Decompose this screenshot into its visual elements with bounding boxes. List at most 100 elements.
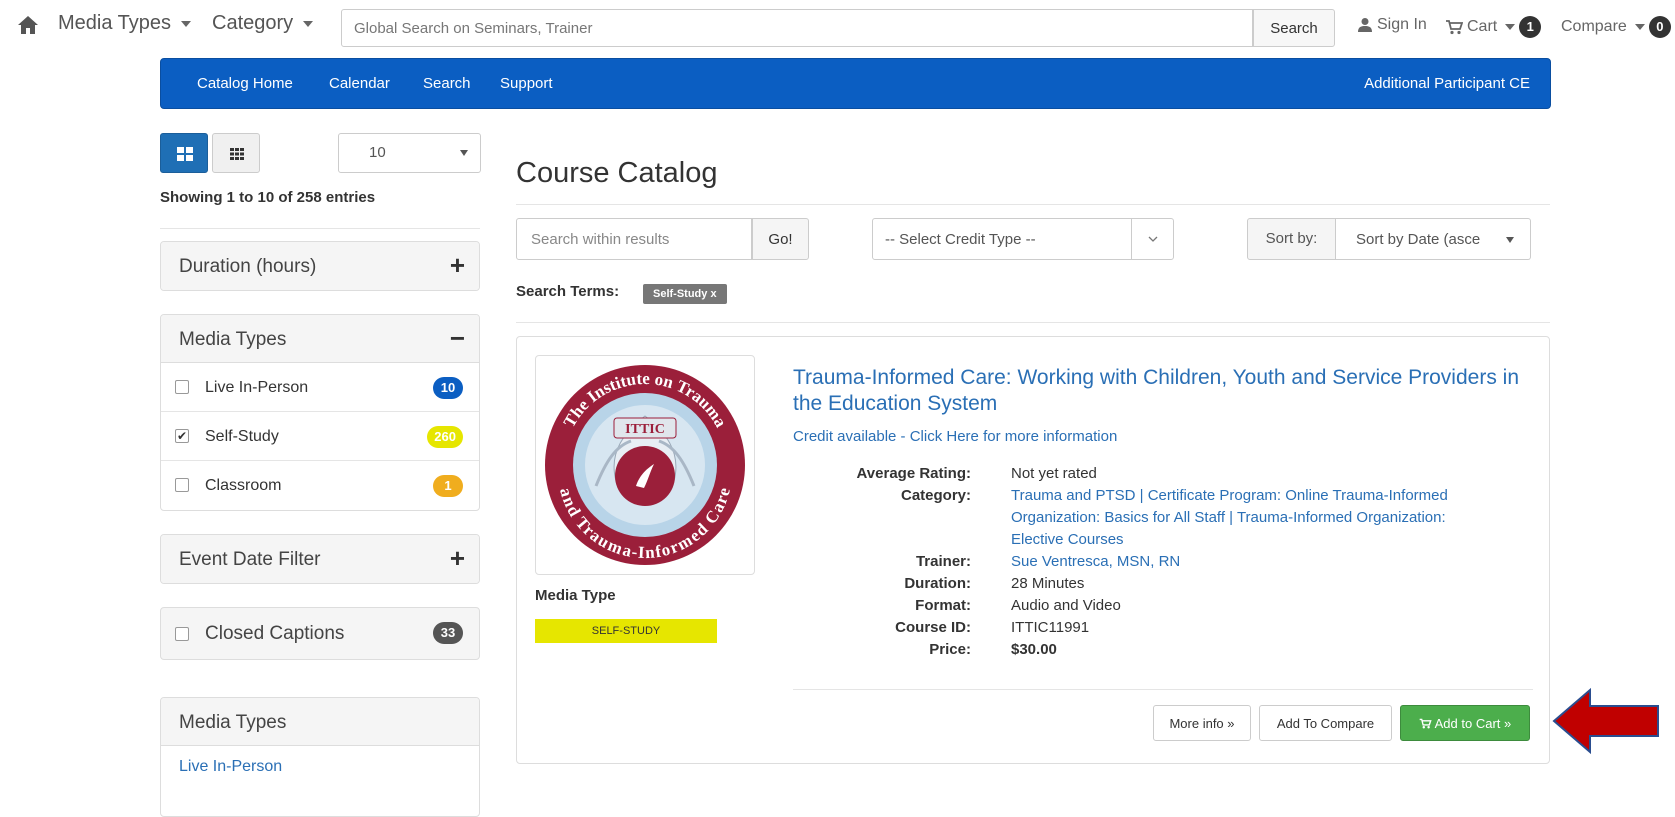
course-id-value: ITTIC11991 — [1011, 619, 1090, 636]
top-navbar: Media Types Category Search Sign In Cart… — [0, 0, 1675, 55]
detail-price: Price: $30.00 — [793, 639, 1533, 661]
self-study-checkbox[interactable]: ✔ — [175, 429, 189, 443]
expand-plus-icon[interactable]: + — [450, 252, 465, 278]
classroom-checkbox[interactable] — [175, 478, 189, 492]
event-date-filter-title: Event Date Filter — [179, 549, 321, 570]
detail-format: Format: Audio and Video — [793, 595, 1533, 617]
media-types-filter-title: Media Types — [179, 329, 287, 350]
filter-label: Classroom — [205, 477, 282, 494]
compare-dropdown[interactable]: Compare 0 — [1561, 16, 1671, 38]
detail-label: Average Rating: — [856, 465, 971, 482]
media-types-links-title: Media Types — [179, 712, 287, 733]
category-dropdown[interactable]: Category — [212, 12, 314, 35]
category-link[interactable]: Trauma and PTSD | Certificate Program: O… — [1011, 485, 1533, 507]
caret-down-icon — [460, 150, 468, 156]
go-button[interactable]: Go! — [752, 218, 809, 260]
sort-by-label: Sort by: — [1247, 218, 1336, 260]
cart-label: Cart — [1467, 18, 1498, 35]
nav-support[interactable]: Support — [500, 75, 553, 92]
divider — [160, 228, 480, 229]
duration-filter-header[interactable]: Duration (hours) + — [161, 242, 479, 290]
sort-value: Sort by Date (asce — [1356, 231, 1481, 248]
duration-value: 28 Minutes — [1011, 575, 1085, 592]
detail-duration: Duration: 28 Minutes — [793, 573, 1533, 595]
list-view-icon — [177, 147, 193, 161]
filter-classroom[interactable]: Classroom 1 — [161, 461, 479, 510]
expand-plus-icon[interactable]: + — [450, 545, 465, 571]
per-page-select[interactable]: 10 — [338, 133, 481, 173]
category-link[interactable]: Elective Courses — [1011, 529, 1533, 551]
media-type-label: Media Type — [535, 587, 616, 604]
page-title: Course Catalog — [516, 157, 718, 189]
nav-catalog-home[interactable]: Catalog Home — [197, 75, 293, 92]
credit-type-value: -- Select Credit Type -- — [885, 231, 1036, 248]
search-terms-label: Search Terms: — [516, 283, 620, 300]
filter-label: Self-Study — [205, 428, 279, 445]
svg-text:ITTIC: ITTIC — [625, 422, 665, 437]
red-arrow-annotation-icon — [1552, 687, 1659, 755]
divider — [793, 689, 1533, 690]
detail-label: Category: — [900, 487, 971, 504]
add-to-compare-button[interactable]: Add To Compare — [1259, 705, 1392, 741]
chevron-down-icon — [1131, 219, 1173, 259]
detail-rating: Average Rating: Not yet rated — [793, 463, 1533, 485]
rating-value: Not yet rated — [1011, 465, 1097, 482]
home-icon[interactable] — [16, 13, 40, 37]
credit-type-select[interactable]: -- Select Credit Type -- — [872, 218, 1174, 260]
more-info-button[interactable]: More info » — [1153, 705, 1251, 741]
media-types-filter-header[interactable]: Media Types − — [161, 315, 479, 363]
count-badge: 1 — [433, 475, 463, 497]
filter-self-study[interactable]: ✔ Self-Study 260 — [161, 412, 479, 461]
closed-captions-filter[interactable]: Closed Captions 33 — [160, 607, 480, 660]
live-in-person-link[interactable]: Live In-Person — [179, 758, 282, 776]
chevron-down-icon — [1634, 24, 1645, 30]
closed-captions-label: Closed Captions — [205, 623, 345, 644]
user-icon — [1358, 18, 1372, 32]
sign-in-label: Sign In — [1377, 16, 1427, 33]
cart-icon — [1446, 20, 1463, 35]
sort-select[interactable]: Sort by Date (asce — [1336, 218, 1531, 260]
nav-calendar[interactable]: Calendar — [329, 75, 390, 92]
search-term-tag[interactable]: Self-Study x — [643, 284, 727, 304]
per-page-value: 10 — [369, 144, 386, 161]
cart-dropdown[interactable]: Cart 1 — [1446, 16, 1542, 38]
compare-count-badge: 0 — [1648, 16, 1671, 38]
grid-view-icon — [230, 148, 244, 160]
nav-search[interactable]: Search — [423, 75, 471, 92]
media-type-badge: SELF-STUDY — [535, 619, 717, 643]
search-button[interactable]: Search — [1253, 9, 1335, 47]
live-in-person-checkbox[interactable] — [175, 380, 189, 394]
course-title-link[interactable]: Trauma-Informed Care: Working with Child… — [793, 365, 1533, 417]
nav-additional-participant-ce[interactable]: Additional Participant CE — [1364, 75, 1530, 92]
detail-label: Trainer: — [915, 553, 971, 570]
collapse-minus-icon[interactable]: − — [450, 325, 465, 351]
showing-entries-text: Showing 1 to 10 of 258 entries — [160, 189, 376, 206]
global-search-input[interactable] — [341, 9, 1253, 47]
add-to-cart-button[interactable]: Add to Cart » — [1400, 705, 1530, 741]
detail-category: Category: Trauma and PTSD | Certificate … — [793, 485, 1533, 551]
search-within-input[interactable] — [516, 218, 752, 260]
add-to-cart-label: Add to Cart » — [1434, 715, 1512, 731]
category-link[interactable]: Organization: Basics for All Staff | Tra… — [1011, 507, 1533, 529]
duration-filter-title: Duration (hours) — [179, 256, 317, 277]
chevron-down-icon — [1505, 24, 1516, 30]
sign-in-link[interactable]: Sign In — [1357, 16, 1427, 34]
list-view-button[interactable] — [160, 133, 208, 173]
duration-filter-panel: Duration (hours) + — [160, 241, 480, 291]
trainer-link[interactable]: Sue Ventresca, MSN, RN — [1011, 551, 1533, 573]
detail-label: Duration: — [904, 575, 971, 592]
credit-info-link[interactable]: Credit available - Click Here for more i… — [793, 428, 1117, 445]
course-logo[interactable]: ITTIC The Institute on Trauma and Trauma… — [535, 355, 755, 575]
format-value: Audio and Video — [1011, 597, 1121, 614]
grid-view-button[interactable] — [212, 133, 260, 173]
media-types-links-panel: Media Types Live In-Person — [160, 697, 480, 817]
filter-live-in-person[interactable]: Live In-Person 10 — [161, 363, 479, 412]
ittic-logo-icon: ITTIC The Institute on Trauma and Trauma… — [545, 365, 745, 565]
closed-captions-checkbox[interactable] — [175, 627, 189, 641]
event-date-filter-header[interactable]: Event Date Filter + — [161, 535, 479, 583]
cart-icon — [1419, 718, 1432, 729]
media-types-dropdown[interactable]: Media Types — [58, 12, 192, 35]
event-date-filter-panel: Event Date Filter + — [160, 534, 480, 584]
category-label: Category — [212, 12, 294, 34]
compare-label: Compare — [1561, 18, 1627, 35]
